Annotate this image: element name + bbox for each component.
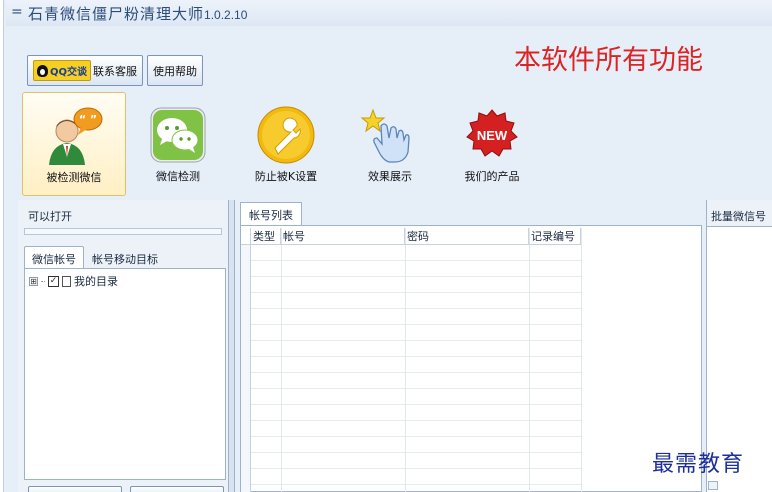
- tool-monitored-wechat[interactable]: “ ” 被检测微信: [22, 92, 126, 196]
- new-badge-text: NEW: [477, 128, 508, 143]
- top-button-group: QQ交谈 联系客服 使用帮助: [27, 55, 204, 86]
- tool-wechat-check[interactable]: 微信检测: [126, 92, 230, 196]
- grid-rows: [241, 245, 581, 492]
- tab-account-list[interactable]: 帐号列表: [240, 202, 302, 225]
- left-panel: 可以打开 微信帐号 帐号移动目标 ⊞ ✓ 我的目录: [18, 200, 229, 492]
- new-badge-icon: NEW: [466, 109, 518, 157]
- column-header-account[interactable]: 帐号: [281, 228, 405, 244]
- help-label: 使用帮助: [153, 64, 198, 78]
- column-header-record-id[interactable]: 记录编号: [529, 228, 581, 244]
- document-icon: [62, 275, 71, 287]
- tab-account-move-target[interactable]: 帐号移动目标: [84, 246, 166, 269]
- tool-anti-kick-settings[interactable]: 防止被K设置: [234, 92, 338, 196]
- left-panel-tabs: 微信帐号 帐号移动目标: [24, 246, 228, 269]
- qq-penguin-icon: [37, 64, 48, 77]
- window-left-border: [0, 0, 4, 492]
- tool-wechat-check-label: 微信检测: [156, 170, 200, 183]
- column-divider: [529, 228, 530, 492]
- title-bar: = 石青微信僵尸粉清理大师1.0.2.10: [6, 0, 772, 26]
- column-divider: [581, 228, 582, 492]
- qq-chat-label: QQ交谈: [50, 67, 88, 78]
- column-header-password[interactable]: 密码: [405, 228, 529, 244]
- column-header-type[interactable]: 类型: [251, 228, 281, 244]
- tool-our-products-label: 我们的产品: [464, 170, 520, 183]
- pointer-star-icon: [360, 108, 410, 163]
- svg-text:“ ”: “ ”: [79, 113, 97, 126]
- contact-support-button[interactable]: QQ交谈 联系客服: [27, 55, 144, 86]
- feature-banner-text: 本软件所有功能: [514, 45, 703, 76]
- tree-expand-icon[interactable]: ⊞: [29, 276, 38, 286]
- tool-effect-demo-label: 效果展示: [368, 170, 412, 183]
- tab-wechat-accounts[interactable]: 微信帐号: [24, 246, 84, 269]
- tree-item-label: 我的目录: [74, 275, 118, 288]
- window-title: 石青微信僵尸粉清理大师1.0.2.10: [28, 3, 247, 24]
- left-bottom-button-1[interactable]: [28, 486, 122, 492]
- wrench-icon: [257, 106, 315, 164]
- tree-item-my-directory[interactable]: ⊞ ✓ 我的目录: [25, 269, 225, 289]
- grid-header: 类型 帐号 密码 记录编号: [241, 228, 581, 245]
- column-divider: [405, 228, 406, 492]
- column-divider: [281, 228, 282, 492]
- tool-monitored-wechat-label: 被检测微信: [46, 171, 102, 184]
- wechat-icon: [150, 107, 206, 163]
- qq-chat-badge[interactable]: QQ交谈: [33, 60, 92, 81]
- horizontal-scroll-left[interactable]: [708, 481, 718, 490]
- tree-checkbox[interactable]: ✓: [48, 275, 59, 287]
- row-indicator-column: [241, 245, 251, 492]
- window-title-name: 石青微信僵尸粉清理大师: [28, 5, 205, 23]
- tool-effect-demo[interactable]: 效果展示: [338, 92, 442, 196]
- header-corner: [241, 228, 251, 244]
- main-toolbar: “ ” 被检测微信 微信检测 防止被K设置 效果展示 NEW 我们的产品: [22, 92, 522, 196]
- contact-support-label: 联系客服: [93, 64, 138, 78]
- tool-our-products[interactable]: NEW 我们的产品: [440, 92, 544, 196]
- tree-connector: [41, 280, 45, 282]
- user-chat-icon: “ ”: [49, 107, 103, 165]
- help-button[interactable]: 使用帮助: [147, 55, 204, 86]
- left-bottom-button-2[interactable]: [130, 486, 224, 492]
- watermark-text: 最需教育: [652, 452, 745, 477]
- account-grid: 类型 帐号 密码 记录编号: [240, 225, 702, 492]
- window-title-version: 1.0.2.10: [204, 8, 248, 22]
- right-panel-header: 批量微信号: [711, 210, 766, 223]
- left-panel-progress: [24, 228, 222, 235]
- tool-anti-kick-label: 防止被K设置: [254, 170, 318, 183]
- center-panel: 帐号列表 类型 帐号 密码 记录编号: [235, 200, 703, 492]
- window-menu-icon[interactable]: =: [11, 4, 23, 20]
- account-tree: ⊞ ✓ 我的目录: [24, 268, 226, 480]
- left-panel-header: 可以打开: [28, 210, 72, 223]
